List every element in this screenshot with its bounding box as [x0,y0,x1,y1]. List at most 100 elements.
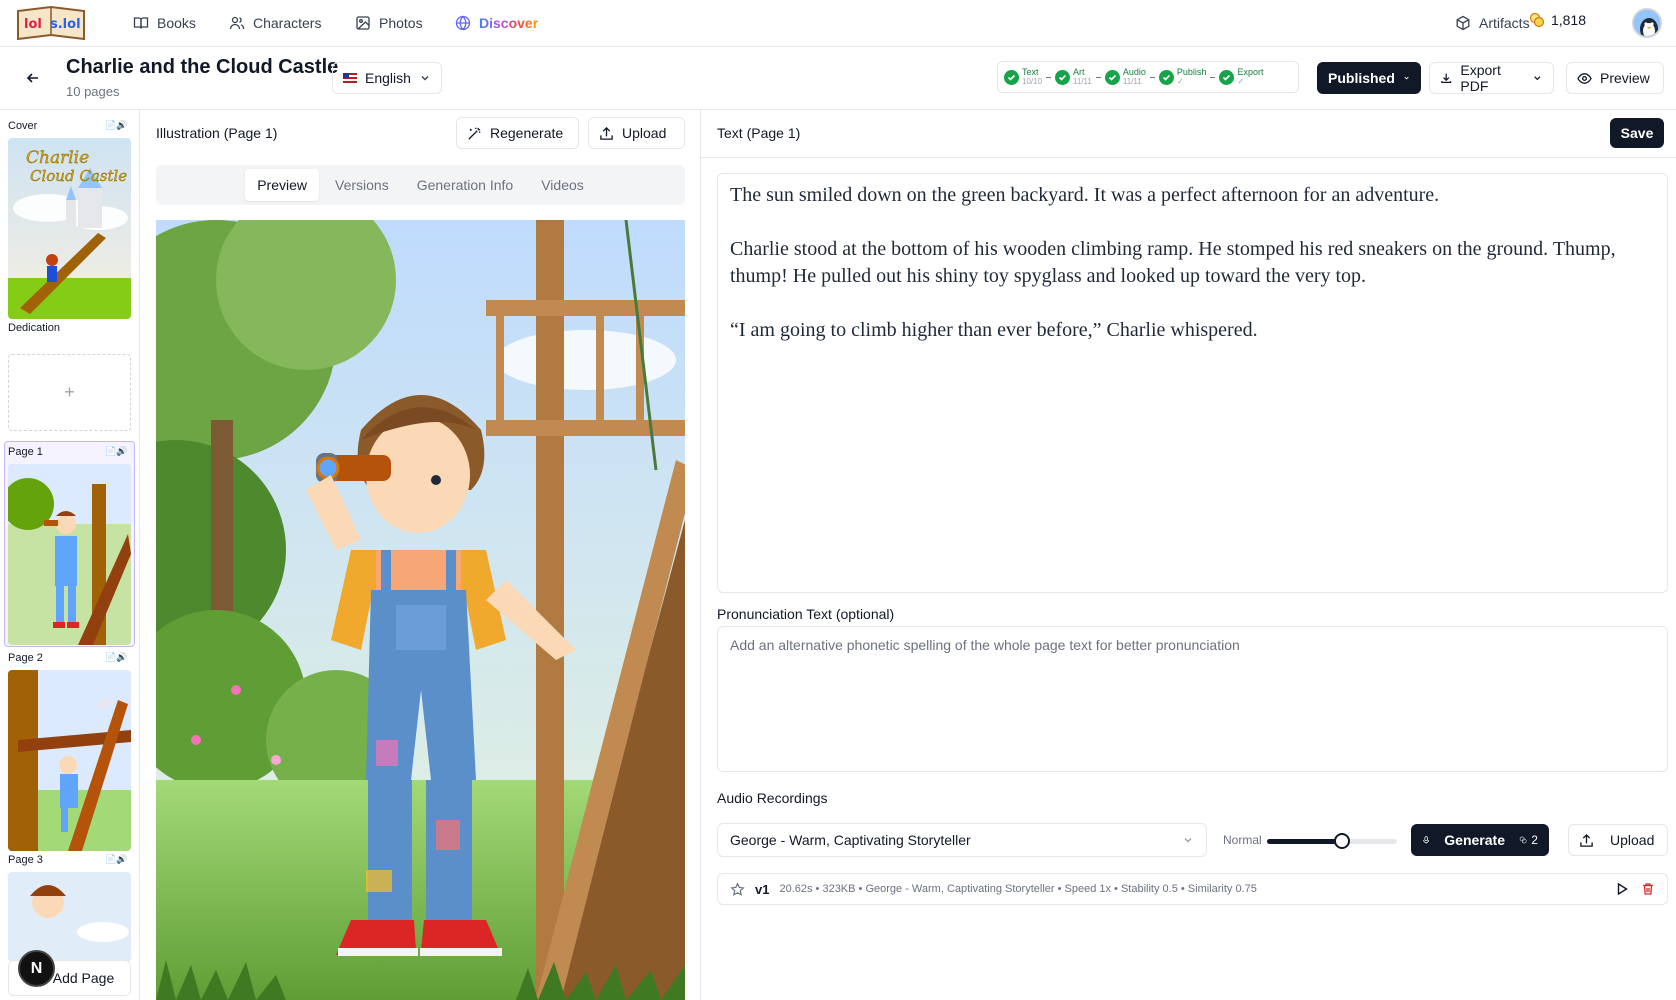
add-page-label: Add Page [52,970,115,986]
progress-step-art: Art 11/11 [1055,68,1092,86]
language-select[interactable]: English [332,62,442,94]
nav-characters-label: Characters [253,15,322,31]
publish-status-label: Published [1328,70,1395,86]
sidebar-item-label: Dedication [8,322,60,334]
eye-icon [1577,72,1592,84]
play-icon[interactable] [1615,882,1629,896]
illustration-upload-button[interactable]: Upload [588,117,685,149]
add-dedication-button[interactable]: + [8,354,131,431]
coins-icon [1529,12,1545,28]
nav-photos-label: Photos [379,15,423,31]
step-divider [1095,76,1101,78]
page-illustration [156,220,685,1000]
step-name: Audio [1122,67,1146,77]
tab-videos[interactable]: Videos [529,169,596,201]
sidebar-item-label: Page 3 [8,854,43,866]
step-count: 11/11 [1122,77,1142,86]
speed-slider-handle[interactable] [1334,833,1351,849]
step-name: Text [1022,67,1039,77]
sidebar-item-page-3[interactable] [8,872,131,962]
audio-upload-button[interactable]: Upload [1568,824,1668,856]
upload-icon [1580,833,1593,847]
page-status-icons: 📄🔊 [105,652,128,662]
check-circle-icon [1219,69,1235,85]
user-avatar[interactable] [1632,8,1662,38]
preview-button[interactable]: Preview [1566,62,1664,94]
arrow-left-icon [26,73,38,83]
pronunciation-input[interactable]: Add an alternative phonetic spelling of … [717,626,1668,772]
microphone-icon [1423,836,1430,844]
progress-tracker: Text 10/10 Art 11/11 Audio 11/11 Publish ✓ E… [997,61,1299,93]
regenerate-label: Regenerate [490,125,564,141]
page-3-thumbnail [8,872,131,962]
speed-label: Normal [1223,833,1262,847]
trash-icon[interactable] [1641,882,1655,896]
check-circle-icon [1158,69,1174,85]
upload-label: Upload [1610,832,1655,848]
pronunciation-label: Pronunciation Text (optional) [717,606,895,622]
svg-text:lol: lol [24,17,42,32]
nav-characters[interactable]: Characters [229,12,321,34]
image-icon [356,16,370,30]
nav-artifacts[interactable]: Artifacts [1455,12,1530,34]
tab-versions[interactable]: Versions [323,169,401,201]
check-circle-icon [1055,69,1071,85]
nav-discover[interactable]: Discover [455,12,538,34]
upload-icon [600,126,613,140]
book-header: Charlie and the Cloud Castle 10 pages En… [0,47,1676,110]
chevron-down-icon [1534,76,1541,81]
sidebar-item-cover[interactable]: Charlie Cloud Castle [8,138,131,319]
illustration-panel: Illustration (Page 1) Regenerate Upload … [140,110,701,1000]
users-icon [229,16,245,30]
divider [701,157,1676,158]
generate-audio-button[interactable]: Generate 2 [1411,824,1549,856]
plus-icon: + [64,382,75,402]
text-paragraph: Charlie stood at the bottom of his woode… [730,238,1616,287]
page-count: 10 pages [66,84,120,99]
step-name: Publish [1176,67,1207,77]
globe-icon [455,15,471,31]
page-sidebar: Cover 📄🔊 Charlie Cloud Castle Dedication… [0,110,140,1000]
save-button[interactable]: Save [1610,118,1664,148]
text-paragraph: “I am going to climb higher than ever be… [730,319,1258,341]
credits-balance[interactable]: 1,818 [1529,12,1586,28]
illustration-title: Illustration (Page 1) [156,125,278,141]
back-button[interactable] [22,67,44,89]
nav-books-label: Books [157,15,196,31]
voice-value: George - Warm, Captivating Storyteller [730,832,971,848]
star-icon[interactable] [730,881,745,897]
step-divider [1210,76,1216,78]
notification-badge[interactable]: N [18,950,55,987]
progress-step-publish: Publish ✓ [1158,67,1207,86]
regenerate-button[interactable]: Regenerate [456,117,579,149]
chevron-down-icon [1404,76,1409,80]
tab-generation-info[interactable]: Generation Info [405,169,526,201]
step-name: Art [1073,67,1085,77]
page-text-editor[interactable]: The sun smiled down on the green backyar… [717,173,1668,593]
page-1-thumbnail[interactable] [8,464,131,645]
svg-text:s.lol: s.lol [50,17,81,32]
nav-books[interactable]: Books [133,12,196,34]
coins-icon [1519,836,1527,844]
app-logo[interactable]: lol s.lol [14,3,88,43]
speed-slider[interactable] [1267,833,1397,849]
nav-photos[interactable]: Photos [355,12,423,34]
step-divider [1149,76,1155,78]
sidebar-item-label: Cover [8,120,38,132]
cover-thumbnail: Charlie Cloud Castle [8,138,131,319]
step-count: ✓ [1176,77,1184,86]
sidebar-item-page-2[interactable] [8,670,131,851]
publish-status-button[interactable]: Published [1317,62,1421,94]
credits-count: 1,818 [1550,12,1586,28]
recording-version: v1 [755,881,770,897]
tab-preview[interactable]: Preview [245,169,319,201]
export-pdf-button[interactable]: Export PDF [1429,62,1554,94]
sidebar-item-label: Page 1 [8,446,43,458]
magic-wand-icon [468,126,481,140]
generate-label: Generate [1444,832,1505,848]
check-circle-icon [1004,69,1019,85]
svg-text:Charlie: Charlie [26,148,89,168]
audio-recording-row: v1 20.62s • 323KB • George - Warm, Capti… [717,873,1668,905]
voice-select[interactable]: George - Warm, Captivating Storyteller [717,823,1207,857]
chevron-down-icon [1184,838,1192,843]
